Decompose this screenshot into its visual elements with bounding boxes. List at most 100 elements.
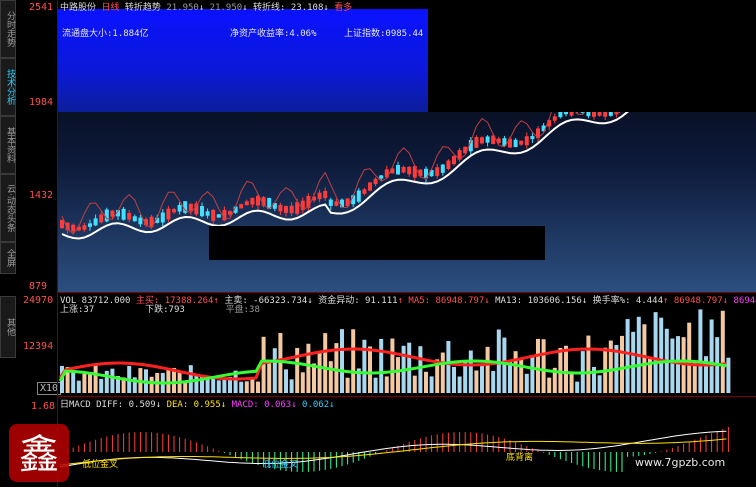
candle-body bbox=[194, 203, 199, 215]
info-panel-dark bbox=[428, 9, 756, 112]
candle-body bbox=[552, 116, 557, 121]
stock-name[interactable]: 中路股份 bbox=[60, 3, 96, 13]
candle-body bbox=[127, 213, 132, 220]
volume-bar bbox=[396, 357, 400, 393]
ma-extra-2: 86948.797 bbox=[733, 296, 756, 306]
candle-body bbox=[452, 155, 456, 165]
down-arrow-icon: ↓ bbox=[291, 400, 297, 410]
volume-bar bbox=[328, 361, 333, 393]
candle-body bbox=[558, 111, 563, 118]
tab-basic-info[interactable]: 基本资料 bbox=[0, 116, 16, 174]
candle-body bbox=[334, 201, 339, 206]
volume-bar bbox=[474, 370, 479, 393]
candle-body bbox=[356, 190, 361, 202]
tab-fullscreen[interactable]: 全屏 bbox=[0, 242, 16, 274]
tab-dynamic-headlines[interactable]: 云·动态头条 bbox=[0, 174, 16, 242]
volume-bar bbox=[687, 322, 692, 393]
candle-body bbox=[228, 211, 232, 215]
candle-body bbox=[317, 192, 322, 200]
turnover-rate: 换手率%: 4.444 bbox=[592, 296, 664, 306]
volume-bar bbox=[412, 375, 417, 393]
candle-body bbox=[485, 136, 490, 143]
candle-body bbox=[166, 208, 171, 220]
down-arrow-icon: ↓ bbox=[722, 296, 729, 306]
candle-body bbox=[205, 211, 210, 216]
candle-body bbox=[323, 191, 328, 199]
volume-bar bbox=[569, 372, 574, 393]
volume-bar bbox=[564, 345, 568, 393]
volume-bar bbox=[513, 351, 518, 393]
tab-technical-label: 技术分析 bbox=[5, 69, 15, 105]
flat-count: 平盘:38 bbox=[225, 305, 260, 315]
brand-logo: 鑫 bbox=[9, 424, 69, 482]
volume-bar bbox=[491, 371, 496, 393]
up-arrow-icon: ↑ bbox=[663, 296, 669, 306]
candle-body bbox=[160, 212, 165, 223]
volume-bar bbox=[379, 339, 384, 393]
ma5-value: MA5: 86948.797 bbox=[408, 296, 485, 306]
bottom-divergence-note: 底背离 bbox=[506, 453, 534, 463]
volume-bar bbox=[317, 351, 322, 393]
candle-body bbox=[440, 164, 445, 173]
volume-bar bbox=[575, 381, 580, 393]
down-arrow-icon: ↓ bbox=[220, 400, 227, 410]
volume-bar bbox=[384, 376, 389, 393]
volume-bar bbox=[440, 352, 445, 393]
volume-bar bbox=[547, 377, 552, 393]
indicator-name[interactable]: 转折趋势 bbox=[125, 3, 161, 13]
candle-body bbox=[379, 175, 384, 179]
volume-bar bbox=[88, 372, 92, 393]
candle-body bbox=[368, 182, 372, 191]
volume-bar bbox=[340, 329, 344, 393]
tab-technical-analysis[interactable]: 技术分析 bbox=[0, 58, 16, 116]
volume-bar bbox=[71, 370, 76, 393]
candle-body bbox=[88, 223, 92, 227]
volume-bar bbox=[709, 319, 714, 393]
volume-bar bbox=[429, 376, 434, 393]
volume-bar bbox=[659, 317, 664, 393]
candle-body bbox=[474, 137, 479, 148]
volume-bar bbox=[631, 331, 636, 393]
volume-bar bbox=[373, 377, 378, 393]
tab-other-label: 其他 bbox=[5, 318, 15, 336]
volume-bar bbox=[149, 376, 154, 393]
macd-diff-line bbox=[59, 430, 727, 468]
up-arrow-icon: ↑ bbox=[397, 296, 403, 306]
candle-body bbox=[93, 218, 98, 226]
tab-other[interactable]: 其他 bbox=[0, 296, 16, 358]
candle-body bbox=[278, 204, 283, 212]
volume-bar bbox=[726, 357, 731, 393]
macd-diff: DIFF: 0.509 bbox=[96, 400, 156, 410]
low-golden-cross-note: 低位金叉 bbox=[262, 460, 299, 470]
volume-bar bbox=[457, 376, 462, 393]
candle-body bbox=[435, 167, 440, 176]
candle-body bbox=[446, 160, 451, 169]
volume-bar bbox=[608, 340, 613, 393]
volume-bar bbox=[480, 363, 484, 393]
logo-glyph: 鑫 bbox=[19, 432, 59, 478]
volume-bar bbox=[530, 354, 535, 393]
down-arrow-icon: ↓ bbox=[581, 296, 588, 306]
candle-body bbox=[396, 164, 400, 175]
macd-chart[interactable] bbox=[58, 397, 756, 487]
down-arrow-icon: ↓ bbox=[484, 296, 490, 306]
tab-time-share[interactable]: 分时走势 bbox=[0, 0, 16, 58]
volume-bar bbox=[485, 346, 490, 393]
volume-bar bbox=[289, 379, 294, 393]
float-cap-text: 流通盘大小:1.884亿 bbox=[62, 29, 149, 39]
indicator-value-1: 21.950 bbox=[166, 3, 199, 13]
candle-body bbox=[60, 219, 64, 229]
volume-bar bbox=[597, 375, 602, 393]
candle-body bbox=[340, 199, 344, 208]
turn-value: 23.108 bbox=[290, 3, 324, 13]
volume-bar bbox=[345, 377, 350, 393]
volume-bar bbox=[620, 335, 624, 393]
macd-dea: DEA: 0.955 bbox=[166, 400, 221, 410]
candle-body bbox=[244, 201, 249, 206]
volume-bar bbox=[670, 338, 675, 393]
volume-bar bbox=[239, 381, 244, 393]
volume-bar bbox=[216, 380, 221, 393]
price-axis-label: 2541 bbox=[29, 2, 54, 13]
period-label[interactable]: 日线 bbox=[101, 3, 119, 13]
volume-bar bbox=[418, 346, 423, 393]
